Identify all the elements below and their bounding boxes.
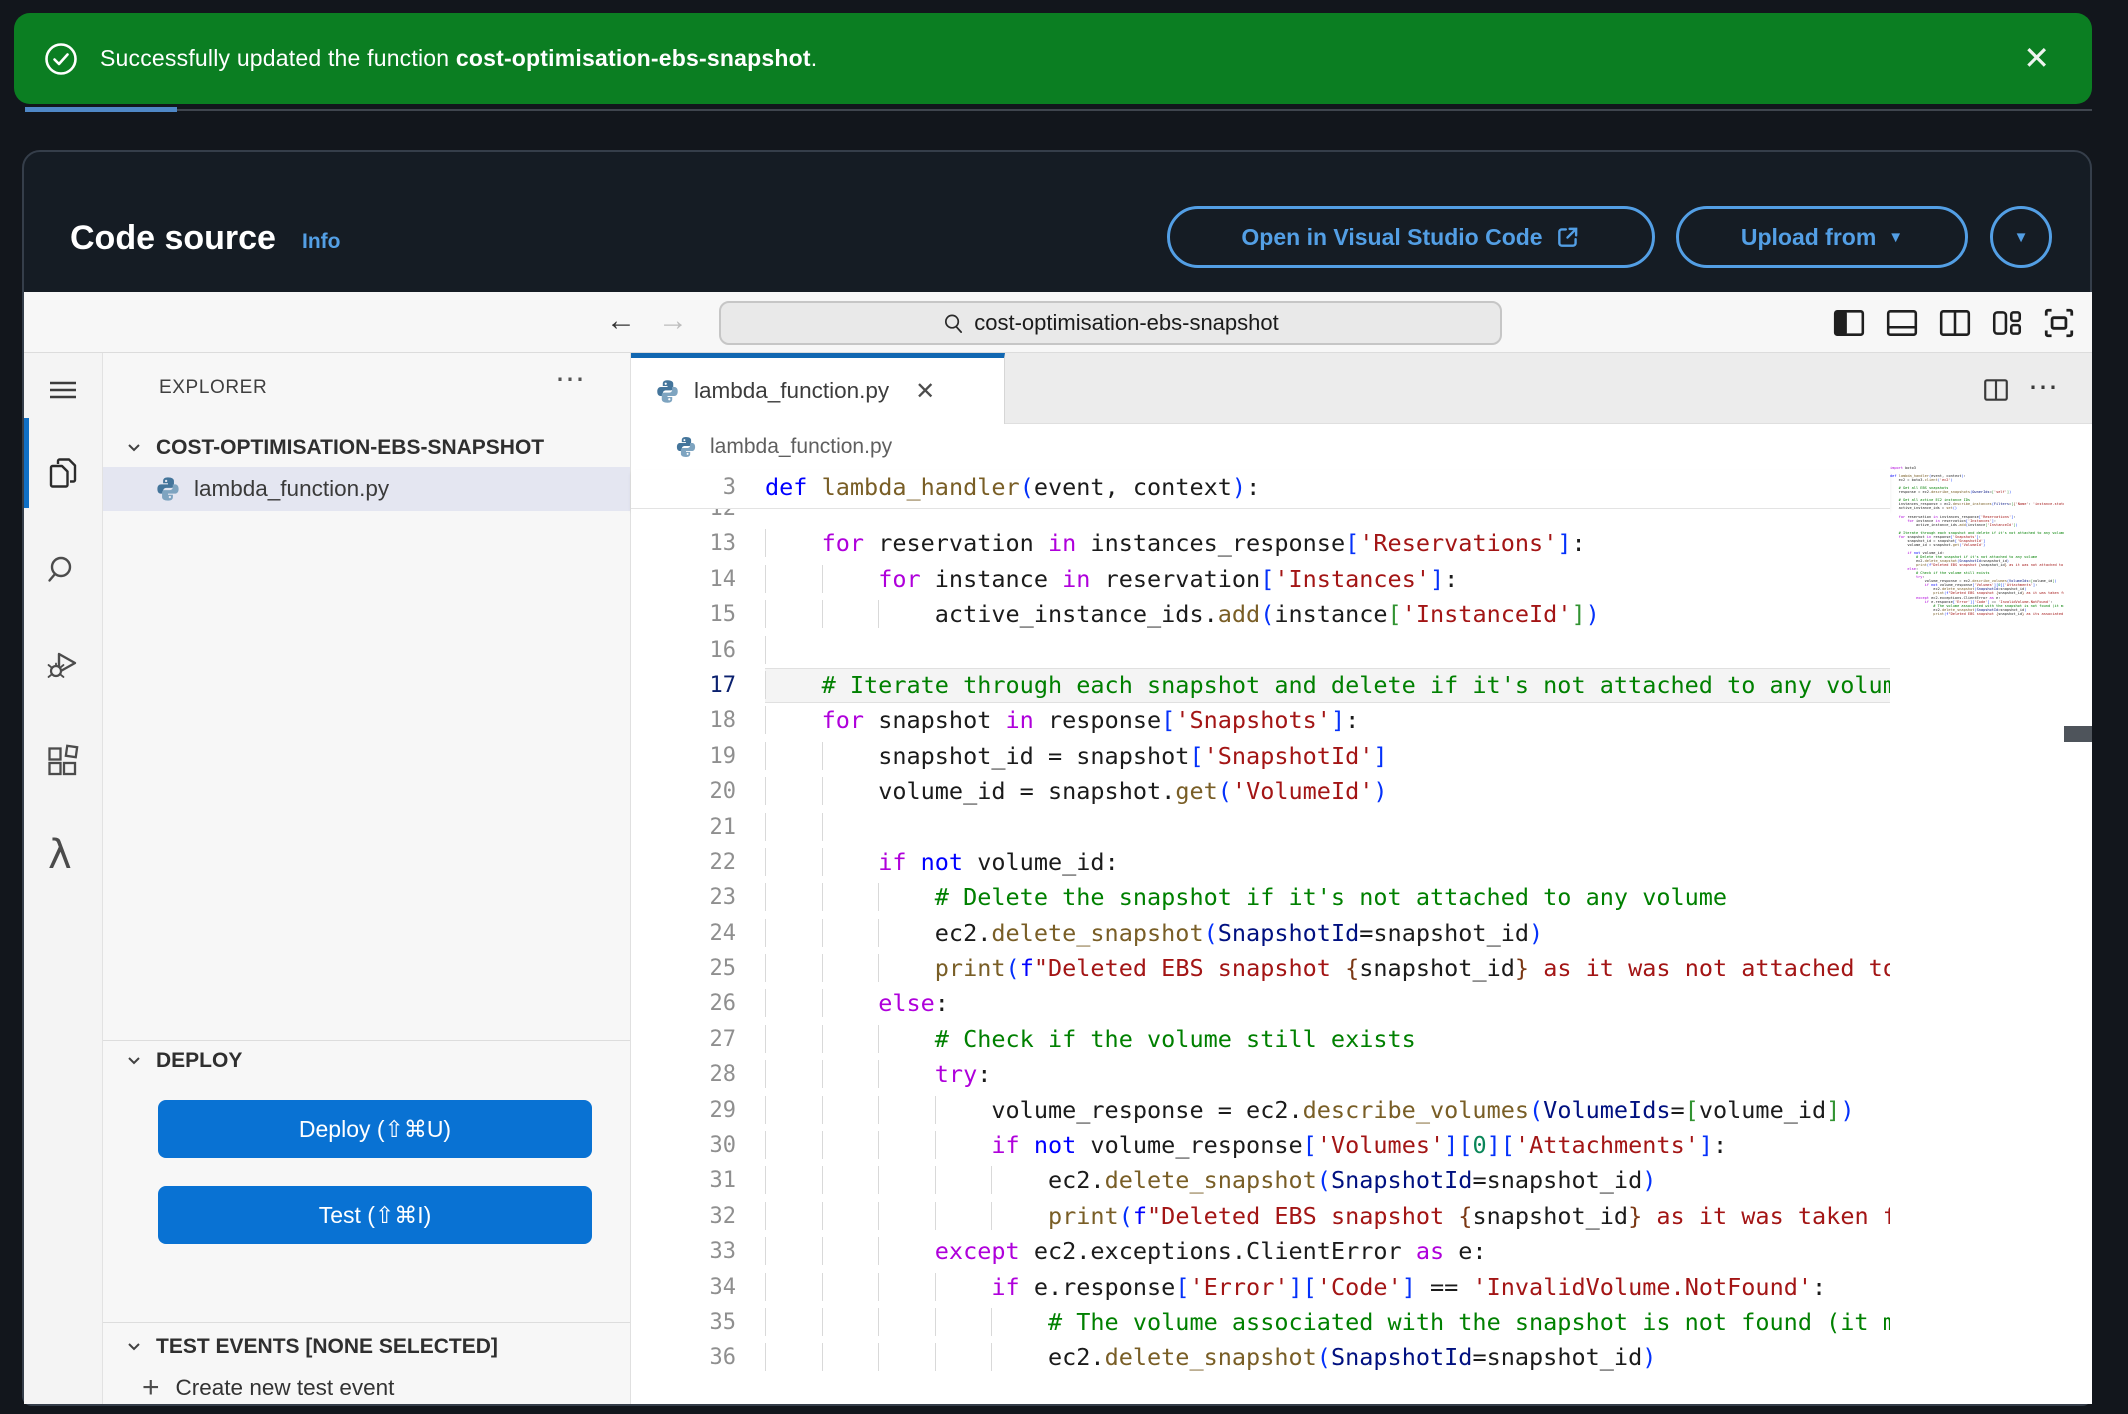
tab-lambda-function[interactable]: lambda_function.py ✕ <box>631 353 1005 424</box>
fullscreen-icon[interactable] <box>2042 306 2076 340</box>
test-button[interactable]: Test (⇧⌘I) <box>158 1186 592 1244</box>
banner-function-name: cost-optimisation-ebs-snapshot <box>456 45 811 71</box>
aws-lambda-icon[interactable]: λ <box>48 832 72 878</box>
activity-bar <box>24 353 103 1404</box>
search-input[interactable]: cost-optimisation-ebs-snapshot <box>719 301 1502 345</box>
active-view-indicator <box>24 418 29 508</box>
menu-icon[interactable] <box>45 372 81 408</box>
deploy-section-label: DEPLOY <box>156 1049 242 1073</box>
tab-label: lambda_function.py <box>694 378 889 404</box>
python-file-icon <box>654 378 681 405</box>
upload-from-label: Upload from <box>1741 224 1876 251</box>
run-debug-icon[interactable] <box>45 646 81 682</box>
section-divider <box>103 1322 630 1323</box>
code-line-31: 31 ec2.delete_snapshot(SnapshotId=snapsh… <box>631 1163 1890 1198</box>
upload-from-button[interactable]: Upload from ▼ <box>1676 206 1968 268</box>
section-divider <box>103 1040 630 1041</box>
success-banner: Successfully updated the function cost-o… <box>14 13 2092 104</box>
chevron-down-icon: ▼ <box>2014 229 2029 246</box>
open-in-vscode-button[interactable]: Open in Visual Studio Code <box>1167 206 1655 268</box>
minimap[interactable]: import boto3def lambda_handler(event, co… <box>1890 466 2064 766</box>
editor-layout-icon[interactable] <box>1990 306 2024 340</box>
panel-title: Code source <box>70 219 276 258</box>
code-line-26: 26 else: <box>631 986 1890 1021</box>
toggle-sidebar-icon[interactable] <box>1832 306 1866 340</box>
explorer-more-icon[interactable]: ⋯ <box>555 362 585 397</box>
tab-row-divider <box>177 109 2092 111</box>
root-folder-label: COST-OPTIMISATION-EBS-SNAPSHOT <box>156 436 544 460</box>
deploy-button[interactable]: Deploy (⇧⌘U) <box>158 1100 592 1158</box>
chevron-down-icon <box>124 438 144 458</box>
code-line-27: 27 # Check if the volume still exists <box>631 1022 1890 1057</box>
toggle-panel-icon[interactable] <box>1885 306 1919 340</box>
code-line-16: 16 <box>631 633 1890 668</box>
code-line-33: 33 except ec2.exceptions.ClientError as … <box>631 1234 1890 1269</box>
check-circle-icon <box>44 42 78 76</box>
sticky-line: 3def lambda_handler(event, context): <box>631 470 1890 509</box>
test-events-section-header[interactable]: TEST EVENTS [NONE SELECTED] <box>124 1330 498 1364</box>
code-line-18: 18 for snapshot in response['Snapshots']… <box>631 703 1890 738</box>
code-line-13: 13 for reservation in instances_response… <box>631 526 1890 561</box>
tree-root-folder[interactable]: COST-OPTIMISATION-EBS-SNAPSHOT <box>124 430 544 466</box>
split-editor-icon[interactable] <box>1982 376 2010 404</box>
file-item-label: lambda_function.py <box>194 476 389 502</box>
extensions-icon[interactable] <box>45 744 81 780</box>
create-test-event-button[interactable]: + Create new test event <box>142 1368 394 1408</box>
code-line-32: 32 print(f"Deleted EBS snapshot {snapsho… <box>631 1199 1890 1234</box>
explorer-files-icon[interactable] <box>45 455 81 491</box>
forward-arrow-button[interactable]: → <box>658 306 688 336</box>
breadcrumb[interactable]: lambda_function.py <box>631 424 2092 470</box>
code-line-25: 25 print(f"Deleted EBS snapshot {snapsho… <box>631 951 1890 986</box>
python-file-icon <box>154 475 182 503</box>
code-line-15: 15 active_instance_ids.add(instance['Ins… <box>631 597 1890 632</box>
python-file-icon <box>674 435 698 459</box>
code-line-19: 19 snapshot_id = snapshot['SnapshotId'] <box>631 739 1890 774</box>
search-value: cost-optimisation-ebs-snapshot <box>974 310 1278 336</box>
chevron-down-icon: ▼ <box>1888 229 1903 246</box>
chevron-down-icon <box>124 1051 144 1071</box>
editor-scrollbar-thumb[interactable] <box>2064 726 2092 742</box>
code-line-28: 28 try: <box>631 1057 1890 1092</box>
code-line-30: 30 if not volume_response['Volumes'][0][… <box>631 1128 1890 1163</box>
breadcrumb-label: lambda_function.py <box>710 435 892 459</box>
explorer-title: EXPLORER <box>159 377 267 399</box>
code-line-20: 20 volume_id = snapshot.get('VolumeId') <box>631 774 1890 809</box>
code-line-36: 36 ec2.delete_snapshot(SnapshotId=snapsh… <box>631 1340 1890 1375</box>
info-link[interactable]: Info <box>302 230 340 254</box>
tab-close-icon[interactable]: ✕ <box>915 377 935 406</box>
open-in-vscode-label: Open in Visual Studio Code <box>1241 224 1542 251</box>
code-lines[interactable]: 1213 for reservation in instances_respon… <box>631 509 1890 1404</box>
header-menu-button[interactable]: ▼ <box>1990 206 2052 268</box>
active-tab-underline <box>25 107 177 112</box>
code-line-35: 35 # The volume associated with the snap… <box>631 1305 1890 1340</box>
code-line-14: 14 for instance in reservation['Instance… <box>631 562 1890 597</box>
search-icon <box>942 312 965 335</box>
banner-message: Successfully updated the function cost-o… <box>100 45 817 72</box>
search-view-icon[interactable] <box>45 552 81 588</box>
back-arrow-button[interactable]: ← <box>606 306 636 336</box>
code-line-21: 21 <box>631 810 1890 845</box>
code-line-17: 17 # Iterate through each snapshot and d… <box>631 668 1890 703</box>
create-test-event-label: Create new test event <box>176 1375 395 1401</box>
page: Successfully updated the function cost-o… <box>0 0 2128 1414</box>
code-line-12: 12 <box>631 509 1890 526</box>
deploy-section-header[interactable]: DEPLOY <box>124 1044 242 1078</box>
code-line-34: 34 if e.response['Error']['Code'] == 'In… <box>631 1270 1890 1305</box>
editor-more-icon[interactable]: ⋯ <box>2028 370 2058 405</box>
banner-close-icon[interactable]: ✕ <box>2023 39 2050 77</box>
external-link-icon <box>1555 224 1581 250</box>
plus-icon: + <box>142 1371 160 1405</box>
file-item-lambda-function[interactable]: lambda_function.py <box>103 467 630 511</box>
code-line-23: 23 # Delete the snapshot if it's not att… <box>631 880 1890 915</box>
code-line-29: 29 volume_response = ec2.describe_volume… <box>631 1093 1890 1128</box>
code-line-24: 24 ec2.delete_snapshot(SnapshotId=snapsh… <box>631 916 1890 951</box>
code-line-22: 22 if not volume_id: <box>631 845 1890 880</box>
test-events-section-label: TEST EVENTS [NONE SELECTED] <box>156 1335 498 1359</box>
chevron-down-icon <box>124 1337 144 1357</box>
split-editor-icon[interactable] <box>1938 306 1972 340</box>
